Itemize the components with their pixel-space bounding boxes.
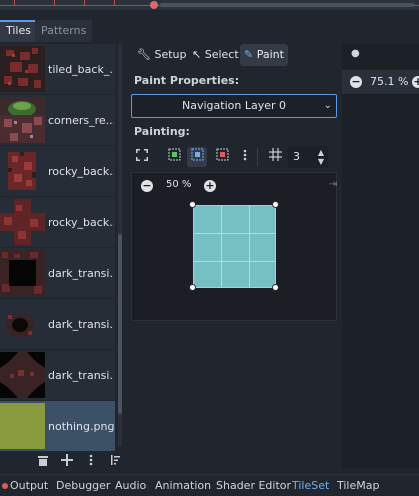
zoom-in-icon[interactable]: + — [412, 76, 419, 88]
tile-label: nothing.png — [48, 420, 114, 433]
dark-transition-thumbnail — [0, 250, 45, 296]
corner-handle[interactable] — [189, 201, 196, 208]
tile-list-scrollbar[interactable] — [118, 44, 122, 446]
erase-rect-icon[interactable] — [212, 147, 232, 167]
paint-button[interactable]: ✎ Paint — [240, 44, 288, 66]
atlas-zoom-level: 50 % — [166, 179, 192, 190]
timeline-playhead[interactable] — [150, 1, 158, 9]
cursor-icon: ↖ — [192, 48, 202, 61]
tile-source-list: tiled_back_... corners_re... rocky_back.… — [0, 44, 115, 452]
spin-arrows-icon[interactable]: ▲ ▼ — [318, 148, 324, 166]
bottom-tab-debugger[interactable]: Debugger — [56, 475, 110, 496]
viewport-zoom-bar: − 75.1 % + — [342, 70, 419, 94]
tab-tiles[interactable]: Tiles — [0, 20, 37, 42]
tilemap-viewport[interactable] — [342, 44, 419, 468]
toolbar-divider — [257, 148, 258, 166]
list-item[interactable]: dark_transi... — [0, 299, 115, 350]
setup-button[interactable]: 🔧︎ Setup — [133, 44, 191, 66]
more-vertical-icon[interactable] — [83, 454, 99, 470]
snap-subdivision-value: 3 — [293, 150, 300, 163]
tile-label: rocky_back... — [48, 165, 114, 178]
tiled-background-thumbnail — [0, 46, 45, 92]
list-item[interactable]: dark_transi... — [0, 350, 115, 401]
bottom-tab-animation[interactable]: Animation — [155, 475, 211, 496]
list-item[interactable]: rocky_back... — [0, 197, 115, 248]
grid-snap-icon[interactable] — [265, 147, 285, 167]
viewport-zoom-level: 75.1 % — [370, 75, 409, 88]
more-vertical-icon[interactable] — [235, 147, 255, 167]
pin-icon[interactable]: ● — [351, 48, 360, 59]
sort-icon[interactable] — [107, 454, 123, 470]
selected-property: Navigation Layer 0 — [182, 99, 286, 112]
painting-heading: Painting: — [134, 125, 190, 138]
tile-list-toolbar — [0, 450, 125, 474]
corners-thumbnail — [0, 97, 45, 143]
tile-panel-tabs: Tiles Patterns — [0, 18, 125, 42]
rocky-background-thumbnail — [0, 199, 45, 245]
bottom-tab-shader-editor[interactable]: Shader Editor — [216, 475, 291, 496]
tile-label: dark_transi... — [48, 369, 114, 382]
timeline-tick — [84, 0, 85, 5]
paint-rect-icon[interactable] — [164, 147, 184, 167]
snap-subdivision-spinbox[interactable]: 3 ▲ ▼ — [288, 146, 328, 168]
paint-poly-icon[interactable] — [187, 147, 207, 167]
list-item[interactable]: dark_transi... — [0, 248, 115, 299]
collapse-icon[interactable]: ⇥ — [329, 179, 337, 190]
tab-patterns[interactable]: Patterns — [35, 20, 93, 42]
timeline-tick — [114, 0, 115, 5]
setup-label: Setup — [154, 48, 187, 61]
nothing-thumbnail — [0, 403, 45, 449]
tile-label: tiled_back_... — [48, 63, 114, 76]
zoom-out-icon[interactable]: − — [141, 180, 153, 192]
select-button[interactable]: ↖ Select — [188, 44, 243, 66]
scrollbar-grabber[interactable] — [118, 234, 122, 414]
tile-preview[interactable] — [193, 205, 276, 288]
select-label: Select — [204, 48, 239, 61]
tile-label: corners_re... — [48, 114, 114, 127]
timeline-track[interactable] — [160, 3, 415, 7]
zoom-out-icon[interactable]: − — [350, 76, 362, 88]
expand-icon[interactable] — [132, 147, 152, 167]
timeline-strip[interactable] — [0, 0, 419, 10]
list-item[interactable]: nothing.png — [0, 401, 115, 452]
list-item[interactable]: rocky_back... — [0, 146, 115, 197]
bottom-tab-audio[interactable]: Audio — [115, 475, 146, 496]
paint-properties-heading: Paint Properties: — [134, 74, 240, 87]
paint-label: Paint — [256, 48, 284, 61]
output-alert-dot — [2, 483, 8, 489]
brush-icon: ✎ — [244, 48, 254, 61]
zoom-in-icon[interactable]: + — [204, 180, 216, 192]
plus-icon[interactable] — [59, 454, 75, 470]
bottom-tab-tileset[interactable]: TileSet — [292, 475, 329, 496]
list-item[interactable]: corners_re... — [0, 95, 115, 146]
timeline-tick — [54, 0, 55, 5]
tile-label: rocky_back... — [48, 216, 114, 229]
wrench-icon: 🔧︎ — [137, 48, 151, 61]
tile-label: dark_transi... — [48, 318, 114, 331]
bottom-panel-bar: Output Debugger Audio Animation Shader E… — [0, 474, 419, 496]
paint-property-select[interactable]: Navigation Layer 0 ⌄ — [131, 94, 337, 118]
tile-label: dark_transi... — [48, 267, 114, 280]
grid-line — [221, 206, 222, 287]
grid-line — [194, 261, 275, 262]
list-item[interactable]: tiled_back_... — [0, 44, 115, 95]
bottom-tab-tilemap[interactable]: TileMap — [337, 475, 379, 496]
rocky-background-thumbnail — [0, 148, 45, 194]
corner-handle[interactable] — [272, 201, 279, 208]
grid-line — [249, 206, 250, 287]
bottom-tab-output[interactable]: Output — [10, 475, 48, 496]
dark-transition-thumbnail — [0, 301, 45, 347]
grid-line — [194, 233, 275, 234]
dark-transition-thumbnail — [0, 352, 45, 398]
trash-icon[interactable] — [35, 454, 51, 470]
timeline-tick — [14, 0, 15, 5]
chevron-down-icon: ⌄ — [323, 100, 332, 111]
corner-handle[interactable] — [189, 284, 196, 291]
corner-handle[interactable] — [272, 284, 279, 291]
